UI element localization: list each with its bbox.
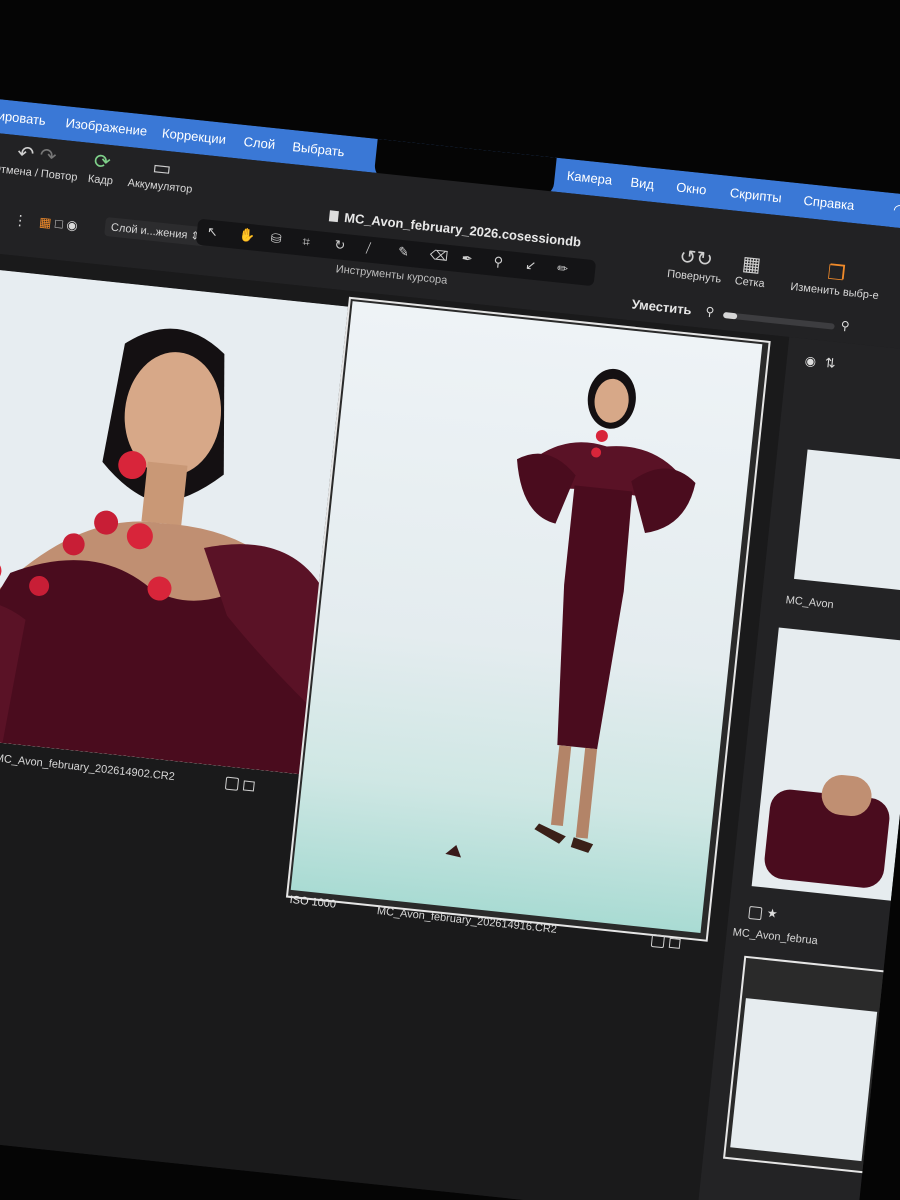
fit-label[interactable]: Уместить [631,296,692,317]
closeup-illustration [0,268,350,775]
zoom-out-icon[interactable]: ⚲ [705,304,715,319]
eye-icon[interactable]: ◉ [804,353,817,370]
zoom-slider-fill [722,311,738,320]
menu-camera[interactable]: Камера [566,168,613,188]
document-icon [328,210,339,223]
undo-redo-button[interactable]: ↶ ↷ Отмена / Повтор [0,139,81,183]
bucket-tool-icon[interactable]: ⛁ [270,230,282,247]
browser-thumb-2[interactable] [751,627,900,901]
menu-help[interactable]: Справка [803,193,855,213]
thumb3-image [730,998,878,1162]
grid-label: Сетка [734,275,766,291]
browser-thumb-3[interactable] [723,955,888,1174]
straighten-tool-icon[interactable]: ⧸ [365,240,371,256]
menu-image[interactable]: Изображение [65,115,148,138]
photo2-info-icon [668,937,681,949]
crop-tool-icon[interactable]: ⌗ [302,234,311,251]
photo2-checkbox[interactable] [650,933,666,949]
layout-buttons[interactable]: ▦ □ ◉ [38,214,78,234]
browser-thumb-1-name: MC_Avon [785,594,835,612]
single-view-icon: □ [54,215,64,232]
fullbody-illustration [445,368,696,858]
more-icon: ⋮ [12,211,29,229]
hand-tool-icon[interactable]: ✋ [238,227,256,245]
laptop-screen: ктировать Изображение Коррекции Слой Выб… [0,95,900,1200]
photo-closeup[interactable] [0,268,350,775]
photo1-info-icon [242,780,255,792]
menu-edit[interactable]: ктировать [0,107,47,128]
sort-icon[interactable]: ⇅ [824,355,836,372]
layer-dropdown-label: Слой и...жения [110,221,188,242]
menu-scripts[interactable]: Скрипты [729,185,782,205]
grid-icon: ▦ [741,252,763,277]
menu-adjustments[interactable]: Коррекции [161,125,226,147]
browser-thumb-2-name: MC_Avon_februa [732,926,819,948]
zoom-slider[interactable] [722,311,835,330]
crop-button[interactable]: ⟳ Кадр [87,149,116,187]
crop-icon: ⟳ [92,150,112,175]
menu-view[interactable]: Вид [630,175,655,192]
arrow-tool-icon[interactable]: ↙ [524,257,537,274]
menu-select[interactable]: Выбрать [292,139,346,159]
eye-view-icon: ◉ [65,216,79,233]
crop-label: Кадр [87,172,114,188]
grid-view-icon: ▦ [38,214,53,231]
pencil-tool-icon[interactable]: ✏ [556,260,568,277]
photo1-checkbox[interactable] [224,776,240,791]
browser-thumb-1[interactable] [793,449,900,593]
star-icon[interactable]: ★ [766,906,778,921]
brush-tool-icon[interactable]: ✎ [397,244,409,261]
rotate-tool-icon[interactable]: ↻ [334,237,346,254]
zoom-in-icon[interactable]: ⚲ [840,318,850,333]
pen-tool-icon[interactable]: ✒ [461,250,473,267]
thumb2-checkbox[interactable] [748,905,763,921]
battery-button[interactable]: ▭ Аккумулятор [127,153,195,196]
eraser-tool-icon[interactable]: ⌫ [429,247,449,265]
grid-button[interactable]: ▦ Сетка [734,251,768,290]
wifi-icon: ◠ [892,201,900,220]
menu-layer[interactable]: Слой [243,134,276,152]
change-selection-button[interactable]: ❐ Изменить выбр-е [790,257,882,302]
picker-tool-icon[interactable]: ⚲ [493,254,504,271]
pointer-tool-icon[interactable]: ↖ [206,224,218,241]
rotate-button[interactable]: ↺↻ Повернуть [667,244,725,285]
photo-fullbody[interactable] [290,301,763,933]
layer-dropdown[interactable]: Слой и...жения ⇕ [104,216,207,247]
menu-window[interactable]: Окно [676,179,708,197]
more-button[interactable]: ⋮ [12,211,28,229]
photo-scene: ктировать Изображение Коррекции Слой Выб… [0,0,900,1200]
